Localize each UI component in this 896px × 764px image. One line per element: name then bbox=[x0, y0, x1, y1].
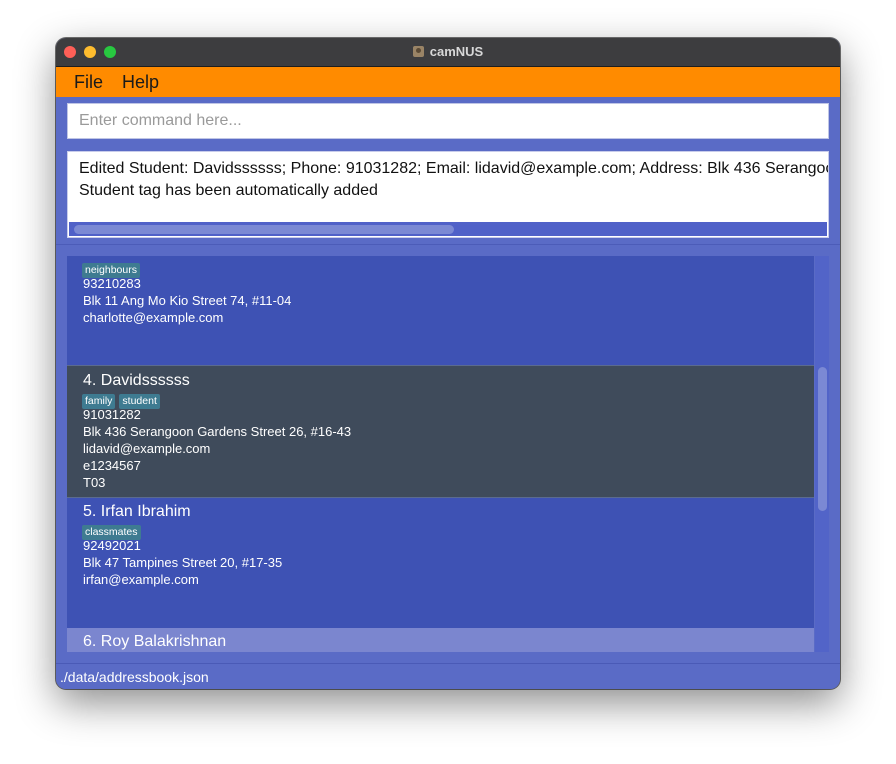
window-title: camNUS bbox=[56, 38, 840, 66]
contacts-app-icon bbox=[412, 46, 424, 57]
menu-file[interactable]: File bbox=[74, 67, 103, 97]
person-name: 6. Roy Balakrishnan bbox=[83, 633, 227, 650]
person-card[interactable]: neighbours 93210283 Blk 11 Ang Mo Kio St… bbox=[67, 256, 814, 365]
person-card[interactable]: 5. Irfan Ibrahim classmates 92492021 Blk… bbox=[67, 498, 814, 628]
person-email: irfan@example.com bbox=[83, 572, 199, 587]
person-student-id: e1234567 bbox=[83, 458, 141, 473]
person-name: 4. Davidssssss bbox=[83, 372, 190, 389]
person-phone: 93210283 bbox=[83, 276, 141, 291]
person-address: Blk 47 Tampines Street 20, #17-35 bbox=[83, 555, 283, 570]
status-bar: ./data/addressbook.json bbox=[56, 663, 840, 689]
result-line-1: Edited Student: Davidssssss; Phone: 9103… bbox=[79, 160, 828, 177]
app-window: camNUS File Help Edited Student: Davidss… bbox=[56, 38, 840, 689]
person-phone: 92492021 bbox=[83, 538, 141, 553]
menu-help[interactable]: Help bbox=[122, 67, 159, 97]
tag-list: neighbours bbox=[82, 260, 144, 278]
person-card[interactable]: 6. Roy Balakrishnan bbox=[67, 628, 814, 652]
person-email: charlotte@example.com bbox=[83, 310, 224, 325]
person-phone: 91031282 bbox=[83, 407, 141, 422]
person-card-selected[interactable]: 4. Davidssssss family student 91031282 Bl… bbox=[67, 365, 814, 498]
title-bar: camNUS bbox=[56, 38, 840, 67]
person-address: Blk 11 Ang Mo Kio Street 74, #11-04 bbox=[83, 293, 292, 308]
panel-divider bbox=[56, 244, 840, 245]
result-scrollbar-thumb[interactable] bbox=[74, 225, 454, 234]
window-title-text: camNUS bbox=[429, 44, 484, 59]
person-list-scrollbar[interactable] bbox=[815, 256, 829, 652]
person-address: Blk 436 Serangoon Gardens Street 26, #16… bbox=[83, 424, 352, 439]
command-input[interactable] bbox=[68, 104, 828, 138]
person-tutorial: T03 bbox=[83, 475, 106, 490]
result-display[interactable]: Edited Student: Davidssssss; Phone: 9103… bbox=[67, 151, 829, 238]
save-location: ./data/addressbook.json bbox=[60, 669, 209, 685]
tag-list: classmates bbox=[82, 522, 145, 540]
person-list-scrollbar-thumb[interactable] bbox=[818, 367, 827, 511]
person-name: 5. Irfan Ibrahim bbox=[83, 503, 191, 520]
result-horizontal-scrollbar[interactable] bbox=[69, 222, 827, 236]
person-list: neighbours 93210283 Blk 11 Ang Mo Kio St… bbox=[67, 256, 814, 652]
menu-bar: File Help bbox=[56, 67, 840, 97]
command-box bbox=[67, 103, 829, 139]
tag-list: family student bbox=[82, 391, 164, 409]
person-email: lidavid@example.com bbox=[83, 441, 211, 456]
result-line-2: Student tag has been automatically added bbox=[79, 182, 378, 199]
result-text: Edited Student: Davidssssss; Phone: 9103… bbox=[79, 158, 828, 202]
